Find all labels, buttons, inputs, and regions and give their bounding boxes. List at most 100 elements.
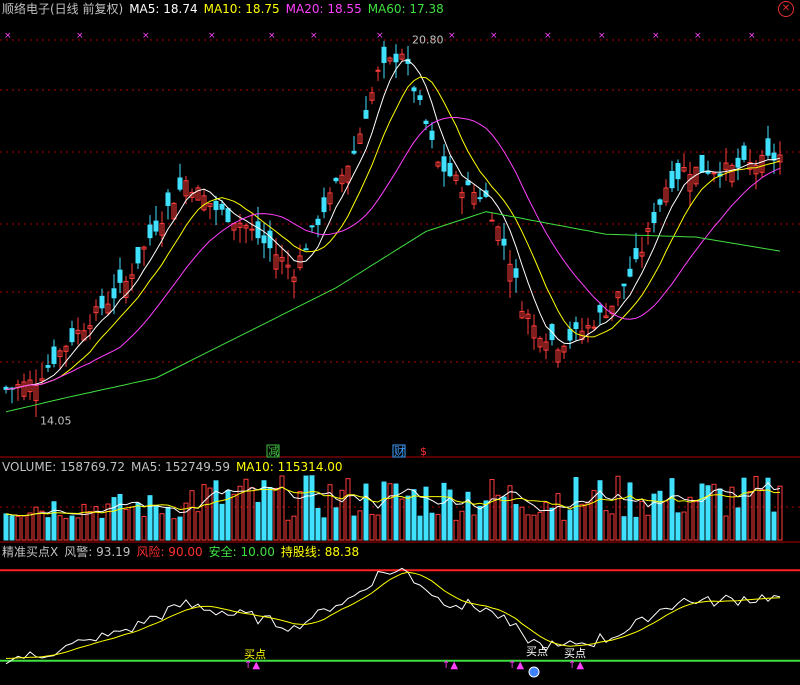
volume-bar [249, 487, 255, 541]
ma5-label: MA5: 18.74 [129, 2, 198, 16]
candle-body [315, 218, 321, 226]
volume-bar [633, 516, 639, 541]
volume-bar [369, 513, 375, 541]
volume-bar [267, 486, 273, 541]
high-price-label: 20.80 [412, 34, 444, 47]
volume-bar [705, 485, 711, 541]
candle-body [711, 172, 717, 175]
volume-bar [69, 515, 75, 541]
candle-body [393, 53, 399, 63]
candle-body [591, 326, 597, 329]
volume-label: VOLUME: 158769.72 [2, 460, 125, 474]
hold-line [5, 571, 781, 659]
candle-body [117, 269, 123, 283]
volume-bar [159, 513, 165, 541]
ma20-label: MA20: 18.55 [285, 2, 362, 16]
volume-bar [495, 494, 501, 541]
volume-bar [63, 518, 69, 541]
candle-body [165, 192, 171, 206]
volume-bar [381, 481, 387, 541]
candle-body [351, 150, 357, 154]
volume-bar [39, 510, 45, 541]
volume-bar [375, 514, 381, 541]
volume-bar [483, 500, 489, 541]
candle-body [135, 246, 141, 264]
candle-body [657, 199, 663, 205]
volume-bar [459, 510, 465, 541]
candle-body [69, 328, 75, 343]
volume-bar [141, 516, 147, 541]
volume-bar [351, 515, 357, 541]
volume-bar [405, 495, 411, 541]
signal-mark: × [310, 31, 318, 41]
volume-bar [753, 475, 759, 541]
price-legend: 顺络电子(日线 前复权) MA5: 18.74 MA10: 18.75 MA20: 1… [2, 2, 450, 16]
candle-body [735, 157, 741, 168]
volume-bar [729, 486, 735, 541]
candle-body [423, 120, 429, 124]
candle-body [417, 95, 423, 100]
volume-bar [279, 475, 285, 541]
volume-bar [153, 505, 159, 541]
signal-mark: × [748, 31, 756, 41]
candle-body [303, 248, 309, 251]
volume-bar [507, 485, 513, 541]
volume-bar [723, 515, 729, 541]
volume-bar [609, 513, 615, 541]
candle-body [633, 248, 639, 260]
candle-body [381, 46, 387, 63]
volume-bar [735, 507, 741, 541]
volume-bar [231, 493, 237, 541]
volume-bar [657, 490, 663, 541]
chart-stage: 20.80 14.05 × × × × × × × × × × × × × × 减财 $ ↑▲ ↑▲ ↑▲ ↑▲ 买点 买点买… [0, 0, 800, 682]
close-icon[interactable]: ✕ [778, 1, 794, 17]
volume-bar [501, 496, 507, 541]
volume-bar [561, 519, 567, 541]
volume-bar [567, 509, 573, 541]
volume-bar [411, 489, 417, 541]
volume-bar [531, 514, 537, 541]
risk-label: 风险: 90.00 [136, 545, 203, 559]
buy-arrow: ↑▲ [244, 660, 260, 671]
volume-bar [621, 516, 627, 541]
volume-bar [147, 495, 153, 541]
volume-bar [765, 477, 771, 541]
volume-bar [99, 517, 105, 541]
volume-bar [135, 502, 141, 541]
signal-mark: × [142, 31, 150, 41]
volume-bar [345, 478, 351, 541]
volume-bar [291, 515, 297, 541]
candle-body [597, 304, 603, 313]
candle-body [489, 219, 495, 222]
candle-body [765, 138, 771, 156]
candle-body [51, 346, 57, 364]
volume-bar [195, 511, 201, 541]
event-marker-label: 财 [394, 444, 405, 458]
volume-bar [213, 480, 219, 541]
indicator-legend: 精准买点X 风警: 93.19 风险: 90.00 安全: 10.00 持股线: 88.… [2, 545, 365, 559]
volume-bar [123, 508, 129, 541]
low-price-label: 14.05 [40, 414, 72, 427]
candle-body [363, 110, 369, 119]
signal-mark: × [268, 31, 276, 41]
volume-bar [615, 475, 621, 541]
candle-body [501, 238, 507, 246]
signal-mark: × [376, 31, 384, 41]
signal-mark: × [4, 31, 12, 41]
candle-body [213, 200, 219, 211]
signal-mark: × [208, 31, 216, 41]
candle-body [255, 221, 261, 239]
candle-body [99, 295, 105, 309]
volume-ma5-label: MA5: 152749.59 [131, 460, 230, 474]
volume-bar [243, 478, 249, 541]
buy-label: 买点 [526, 645, 548, 658]
candle-body [513, 268, 519, 278]
volume-bar [129, 506, 135, 541]
candle-body [45, 365, 51, 368]
volume-bar [675, 512, 681, 541]
signal-mark: × [76, 31, 84, 41]
candle-body [147, 224, 153, 239]
volume-bar [627, 482, 633, 541]
volume-bar [111, 497, 117, 541]
volume-bar [759, 489, 765, 541]
